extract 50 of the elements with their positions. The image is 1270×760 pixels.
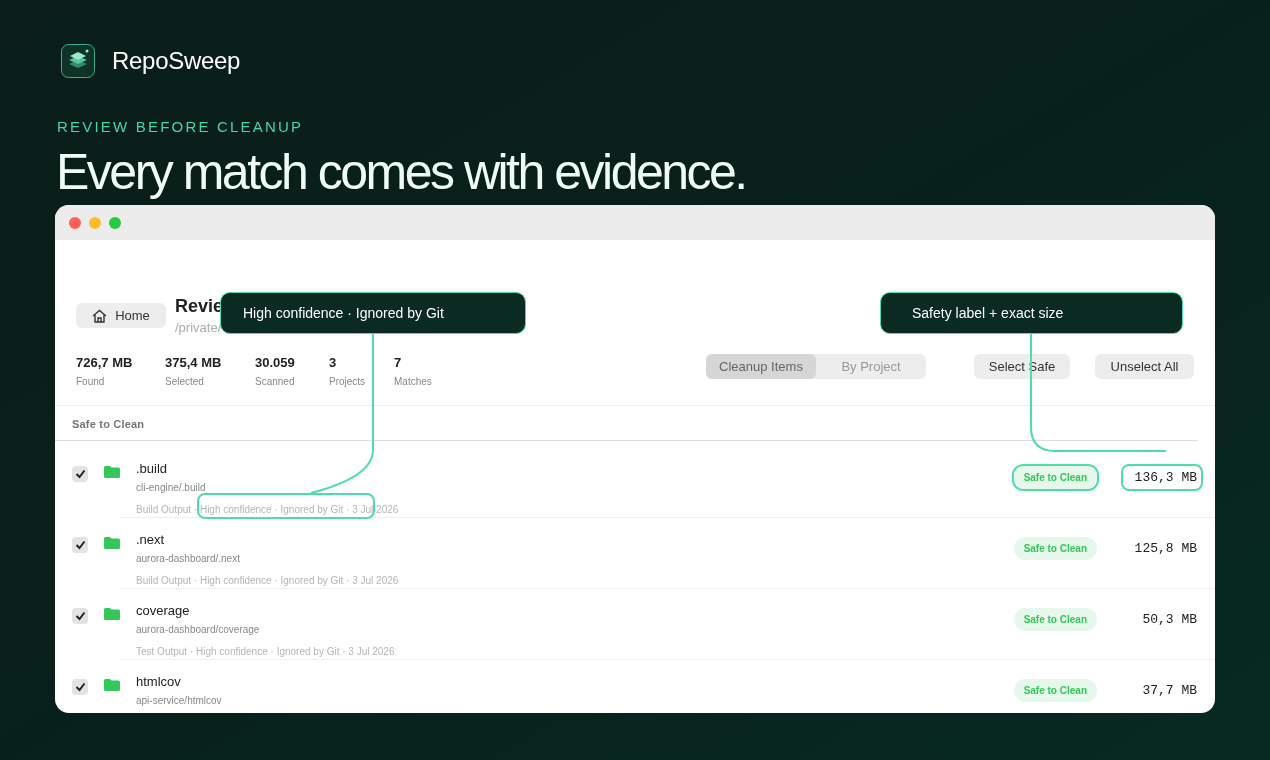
folder-icon bbox=[104, 537, 120, 549]
item-size: 37,7 MB bbox=[1141, 682, 1197, 700]
item-name: coverage bbox=[136, 602, 191, 620]
item-name: htmlcov bbox=[136, 673, 182, 691]
checkbox[interactable] bbox=[72, 466, 88, 482]
folder-icon bbox=[104, 679, 120, 691]
close-control[interactable] bbox=[69, 216, 81, 229]
item-size: 136,3 MB bbox=[1133, 469, 1197, 487]
stat-value: 375,4 MB bbox=[165, 354, 223, 372]
stat-value: 7 bbox=[394, 354, 403, 372]
stat-value: 726,7 MB bbox=[76, 354, 134, 372]
checkbox[interactable] bbox=[72, 679, 88, 695]
item-path: aurora-dashboard/coverage bbox=[136, 623, 261, 637]
item-size: 50,3 MB bbox=[1141, 611, 1197, 629]
group-header: Safe to Clean bbox=[71, 417, 146, 432]
action-button[interactable]: Unselect All bbox=[1095, 354, 1194, 379]
home-button[interactable]: Home bbox=[76, 303, 166, 328]
safety-badge: Safe to Clean bbox=[1013, 679, 1097, 702]
safety-badge: Safe to Clean bbox=[1013, 466, 1097, 489]
item-path: api-service/htmlcov bbox=[136, 694, 223, 708]
item-details: Test Output · High confidence · Ignored by Git · 3 Jul 2026 bbox=[136, 646, 395, 657]
stat-value: 3 bbox=[329, 354, 338, 372]
item-path: aurora-dashboard/.next bbox=[136, 552, 241, 566]
item-name: .next bbox=[136, 531, 166, 549]
stat-label: Found bbox=[76, 375, 106, 389]
home-icon bbox=[92, 308, 108, 323]
view-tab[interactable]: Cleanup Items bbox=[706, 354, 816, 379]
item-details: Build Output · High confidence · Ignored by Git · 3 Jul 2026 bbox=[136, 504, 399, 515]
stat-label: Selected bbox=[165, 375, 205, 389]
checkbox[interactable] bbox=[72, 537, 88, 553]
item-details: Build Output · High confidence · Ignored by Git · 3 Jul 2026 bbox=[136, 575, 399, 586]
stat-value: 30.059 bbox=[255, 354, 296, 372]
section-eyebrow: REVIEW BEFORE CLEANUP bbox=[57, 117, 305, 137]
checkbox[interactable] bbox=[72, 608, 88, 624]
item-name: .build bbox=[136, 460, 169, 478]
folder-icon bbox=[104, 608, 120, 620]
app-name: RepoSweep bbox=[112, 46, 241, 76]
stat-label: Matches bbox=[394, 375, 433, 389]
path-label: /private/ bbox=[175, 319, 223, 337]
headline: Every match comes with evidence. bbox=[56, 143, 747, 202]
stat-label: Projects bbox=[329, 375, 367, 389]
callout-bubble: Safety label + exact size bbox=[880, 292, 1183, 334]
item-size: 125,8 MB bbox=[1133, 540, 1197, 558]
safety-badge: Safe to Clean bbox=[1013, 537, 1097, 560]
logo-icon bbox=[61, 44, 95, 78]
safety-badge: Safe to Clean bbox=[1013, 608, 1097, 631]
callout-bubble: High confidence · Ignored by Git bbox=[220, 292, 526, 334]
item-path: cli-engine/.build bbox=[136, 481, 207, 495]
folder-icon bbox=[104, 466, 120, 478]
stat-label: Scanned bbox=[255, 375, 296, 389]
